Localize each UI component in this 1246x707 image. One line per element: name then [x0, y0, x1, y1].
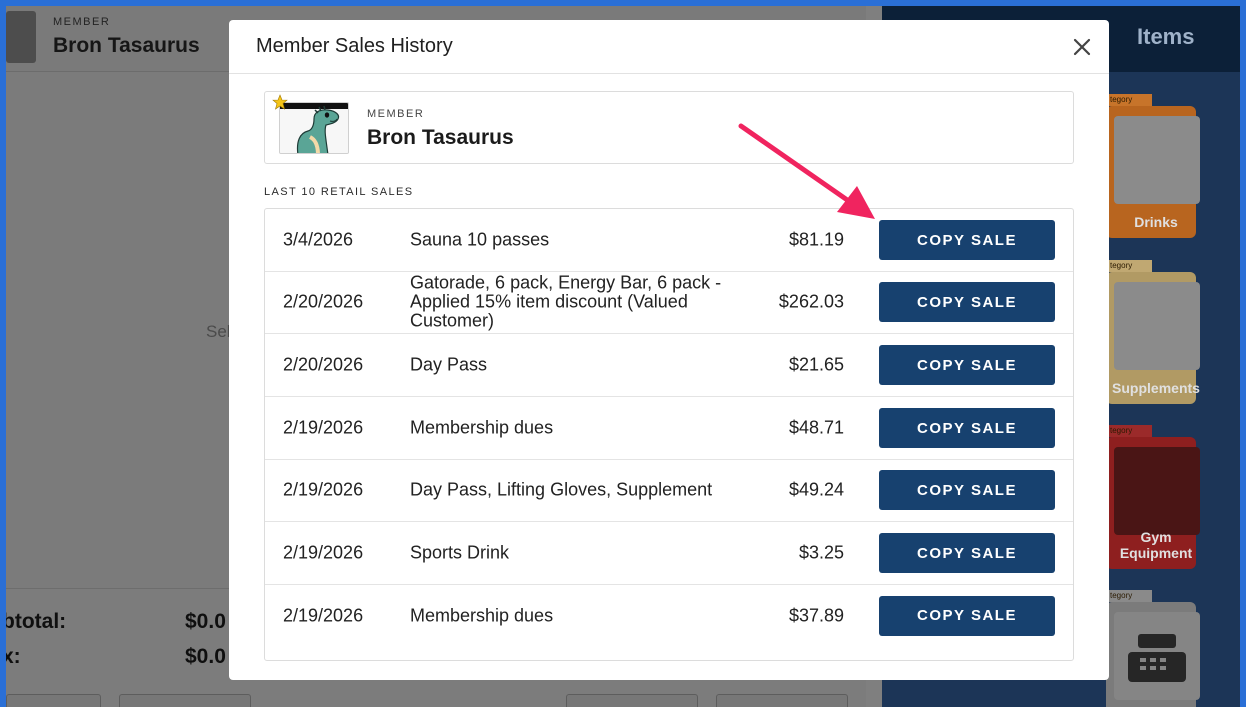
sale-amount: $49.24 [788, 479, 844, 500]
member-name: Bron Tasaurus [367, 126, 514, 149]
sale-date: 3/4/2026 [283, 229, 354, 250]
modal-divider [229, 73, 1109, 74]
sale-row: 3/4/2026 Sauna 10 passes $81.19 COPY SAL… [265, 209, 1073, 272]
copy-sale-button[interactable]: COPY SALE [879, 595, 1055, 636]
copy-sale-button[interactable]: COPY SALE [879, 533, 1055, 573]
sale-date: 2/19/2026 [283, 542, 364, 563]
footer-button-1[interactable] [6, 694, 101, 707]
modal-title: Member Sales History [256, 35, 453, 57]
category-tag: tegory [1106, 590, 1152, 602]
category-card-drinks[interactable]: Drinks [1106, 106, 1200, 238]
sale-amount: $262.03 [778, 291, 844, 312]
category-card-supplements[interactable]: Supplements [1106, 272, 1200, 404]
sale-date: 2/20/2026 [283, 354, 364, 375]
member-label: MEMBER [367, 108, 425, 120]
category-card-gym-equipment[interactable]: Gym Equipment [1106, 437, 1200, 569]
sales-table: 3/4/2026 Sauna 10 passes $81.19 COPY SAL… [264, 208, 1074, 661]
sales-history-modal: Member Sales History MEMBER Bron Tasauru… [229, 20, 1109, 680]
member-avatar [6, 11, 36, 63]
section-title: LAST 10 RETAIL SALES [264, 186, 414, 198]
copy-sale-button[interactable]: COPY SALE [879, 470, 1055, 510]
sale-row: 2/19/2026 Membership dues $37.89 COPY SA… [265, 584, 1073, 647]
sale-description: Day Pass [410, 354, 488, 375]
register-icon [1114, 612, 1200, 700]
sale-description: Sauna 10 passes [410, 229, 550, 250]
category-card-register[interactable] [1106, 602, 1200, 707]
category-name: Supplements [1112, 380, 1200, 396]
member-card: MEMBER Bron Tasaurus [264, 91, 1074, 164]
category-name: Gym Equipment [1119, 529, 1193, 561]
sale-date: 2/20/2026 [283, 291, 364, 312]
sale-amount: $37.89 [788, 605, 844, 625]
star-icon [272, 94, 288, 110]
sale-row: 2/20/2026 Gatorade, 6 pack, Energy Bar, … [265, 271, 1073, 334]
category-tag: tegory [1106, 94, 1152, 106]
sale-amount: $21.65 [788, 354, 844, 375]
sale-amount: $48.71 [788, 417, 844, 438]
sale-description: Gatorade, 6 pack, Energy Bar, 6 pack - A… [410, 272, 722, 331]
copy-sale-button[interactable]: COPY SALE [879, 282, 1055, 322]
sale-description: Day Pass, Lifting Gloves, Supplement [410, 479, 713, 500]
sale-amount: $81.19 [788, 229, 844, 250]
footer-button-3[interactable] [566, 694, 698, 707]
member-avatar [279, 102, 349, 154]
supplements-image [1114, 282, 1200, 370]
category-tag: tegory [1106, 425, 1152, 437]
sale-description: Membership dues [410, 417, 554, 438]
tax-value: $0.0 [185, 645, 226, 668]
footer-button-4[interactable] [716, 694, 848, 707]
sale-date: 2/19/2026 [283, 479, 364, 500]
copy-sale-button[interactable]: COPY SALE [879, 408, 1055, 448]
category-name: Drinks [1134, 214, 1178, 230]
close-icon[interactable] [1069, 34, 1095, 60]
empty-cart-message: Sel [206, 322, 231, 341]
copy-sale-button[interactable]: COPY SALE [879, 345, 1055, 385]
category-tag: tegory [1106, 260, 1152, 272]
sale-amount: $3.25 [798, 542, 844, 563]
sale-date: 2/19/2026 [283, 417, 364, 438]
member-label: MEMBER [53, 16, 111, 28]
sale-description: Sports Drink [410, 542, 510, 563]
sale-description: Membership dues [410, 605, 554, 625]
subtotal-value: $0.0 [185, 610, 226, 633]
sale-row: 2/19/2026 Sports Drink $3.25 COPY SALE [265, 522, 1073, 585]
sale-date: 2/19/2026 [283, 605, 364, 625]
items-title: Items [1137, 24, 1195, 49]
sale-row: 2/19/2026 Day Pass, Lifting Gloves, Supp… [265, 459, 1073, 522]
copy-sale-button[interactable]: COPY SALE [879, 220, 1055, 260]
subtotal-label: btotal: [6, 610, 67, 633]
footer-button-2[interactable] [119, 694, 251, 707]
sale-row: 2/19/2026 Membership dues $48.71 COPY SA… [265, 397, 1073, 460]
member-name: Bron Tasaurus [53, 34, 200, 57]
sale-row: 2/20/2026 Day Pass $21.65 COPY SALE [265, 334, 1073, 397]
gym-equipment-image [1114, 447, 1200, 535]
drinks-image [1114, 116, 1200, 204]
tax-label: x: [6, 645, 21, 668]
